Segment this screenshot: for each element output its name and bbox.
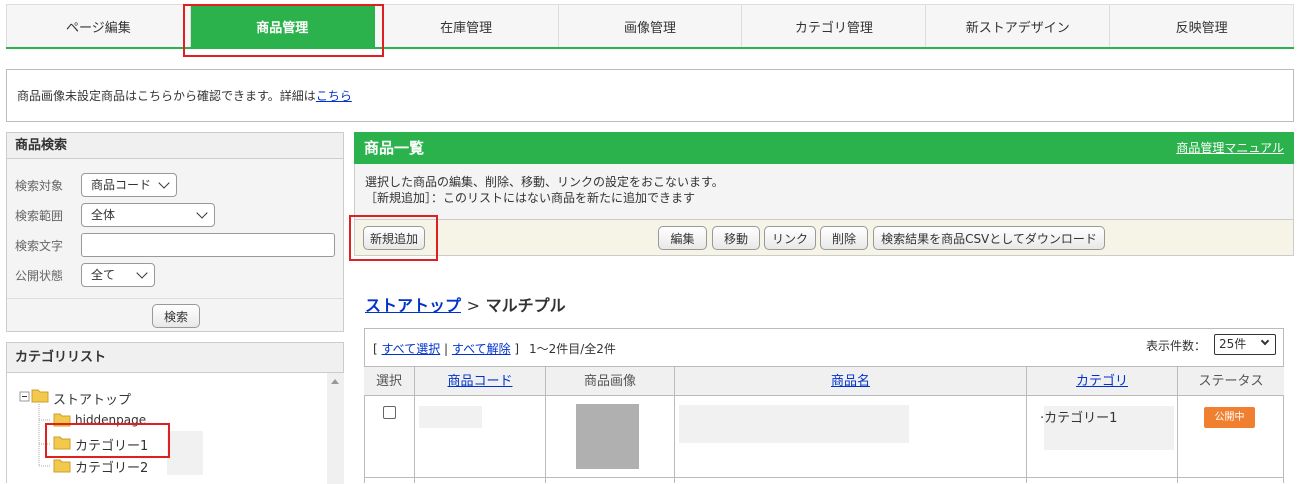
status-badge: 公開中 (1204, 407, 1255, 428)
result-count: 1〜2件目/全2件 (528, 342, 616, 356)
link-button[interactable]: リンク (764, 226, 816, 250)
notice-text: 商品画像未設定商品はこちらから確認できます。詳細は (17, 89, 316, 103)
csv-download-button[interactable]: 検索結果を商品CSVとしてダウンロード (873, 226, 1105, 250)
row-category: ·カテゴリー1 (1040, 407, 1117, 426)
breadcrumb-separator: > (466, 296, 480, 315)
highlight-box-category (45, 423, 170, 458)
select-all-link[interactable]: すべて選択 (382, 342, 441, 356)
breadcrumb-current: マルチプル (485, 296, 566, 315)
column-divider (1026, 396, 1027, 483)
category-panel-title: カテゴリリスト (7, 343, 343, 373)
category-item[interactable]: カテゴリー2 (75, 457, 148, 476)
category-root[interactable]: ストアトップ (53, 389, 131, 408)
product-list-description: 選択した商品の編集、削除、移動、リンクの設定をおこないます。 ［新規追加］：この… (354, 164, 1294, 220)
notice-link[interactable]: こちら (316, 87, 352, 104)
notice-bar: 商品画像未設定商品はこちらから確認できます。詳細は こちら (6, 69, 1294, 122)
row-checkbox[interactable] (383, 406, 396, 419)
row-category-text: カテゴリー1 (1044, 411, 1118, 426)
column-divider (674, 396, 675, 483)
search-status-value: 全て (91, 268, 116, 282)
selection-controls: [ すべて選択 | すべて解除 ] 1〜2件目/全2件 (373, 340, 616, 357)
search-range-select[interactable]: 全体 (81, 203, 215, 227)
search-range-label: 検索範囲 (15, 209, 64, 223)
search-target-select[interactable]: 商品コード (81, 173, 177, 197)
column-divider (545, 396, 546, 483)
folder-icon (53, 459, 71, 473)
breadcrumb: ストアトップ > マルチプル (365, 292, 566, 316)
description-line: ［新規追加］：このリストにはない商品を新たに追加できます (365, 191, 696, 205)
tab-store-design[interactable]: 新ストアデザイン (926, 4, 1111, 47)
delete-button[interactable]: 削除 (820, 226, 868, 250)
separator: | (444, 342, 449, 356)
edit-button[interactable]: 編集 (658, 226, 707, 250)
product-list-header: 商品一覧 商品管理マニュアル (354, 132, 1294, 164)
action-toolbar: 新規追加 編集 移動 リンク 削除 検索結果を商品CSVとしてダウンロード (354, 220, 1294, 256)
blurred-region (167, 431, 203, 475)
bracket: [ (373, 342, 378, 356)
manual-link[interactable]: 商品管理マニュアル (1176, 132, 1284, 164)
search-keyword-label: 検索文字 (15, 239, 64, 253)
breadcrumb-root-link[interactable]: ストアトップ (365, 296, 461, 315)
sort-link[interactable]: 商品コード (447, 374, 512, 389)
search-status-select[interactable]: 全て (81, 263, 155, 287)
chevron-down-icon (158, 177, 170, 189)
tab-inventory[interactable]: 在庫管理 (374, 4, 559, 47)
per-page-select[interactable]: 25件 (1214, 334, 1276, 355)
search-target-label: 検索対象 (15, 179, 64, 193)
sort-link[interactable]: 商品名 (831, 374, 870, 389)
search-panel: 商品検索 検索対象 商品コード 検索範囲 全体 検索文字 公開状態 全て 検索 (6, 132, 344, 332)
tab-images[interactable]: 画像管理 (558, 4, 743, 47)
column-divider (414, 396, 415, 483)
description-line: 選択した商品の編集、削除、移動、リンクの設定をおこないます。 (365, 175, 724, 189)
collapse-icon[interactable] (19, 391, 31, 403)
folder-icon (31, 389, 49, 403)
move-button[interactable]: 移動 (712, 226, 760, 250)
search-status-label: 公開状態 (15, 269, 64, 283)
column-header-code[interactable]: 商品コード (415, 367, 546, 397)
divider (7, 298, 343, 299)
sort-link[interactable]: カテゴリ (1076, 374, 1128, 389)
category-panel: カテゴリリスト ストアトップ hiddenpage カテゴリー1 カテゴリー2 (6, 342, 344, 484)
product-list-title: 商品一覧 (364, 139, 425, 157)
table-header: 選択 商品コード 商品画像 商品名 カテゴリ ステータス (364, 366, 1284, 397)
search-panel-title: 商品検索 (7, 133, 343, 159)
blurred-region (679, 405, 909, 443)
column-header-name[interactable]: 商品名 (675, 367, 1027, 397)
search-keyword-input[interactable] (81, 233, 335, 257)
tab-page-edit[interactable]: ページ編集 (6, 4, 191, 47)
search-button[interactable]: 検索 (152, 304, 200, 328)
column-header-category[interactable]: カテゴリ (1027, 367, 1178, 397)
chevron-down-icon (196, 207, 208, 219)
column-header-select: 選択 (364, 367, 415, 397)
per-page-label: 表示件数： (1146, 339, 1207, 353)
search-target-value: 商品コード (91, 178, 152, 192)
tab-categories[interactable]: カテゴリ管理 (742, 4, 927, 47)
blurred-region (419, 406, 482, 428)
highlight-box-add-new (349, 215, 438, 261)
highlight-box-tab (183, 4, 384, 57)
column-divider (1177, 396, 1178, 483)
column-header-status: ステータス (1198, 374, 1264, 389)
search-range-value: 全体 (91, 208, 116, 222)
scroll-up-icon[interactable] (331, 379, 339, 384)
scrollbar[interactable] (327, 373, 344, 484)
chevron-down-icon (136, 267, 148, 279)
per-page-value: 25件 (1219, 337, 1247, 351)
row-divider (364, 477, 1284, 478)
bracket: ] (514, 342, 520, 356)
product-image-placeholder (576, 404, 639, 469)
tab-publish[interactable]: 反映管理 (1110, 4, 1295, 47)
chevron-down-icon (1260, 336, 1270, 346)
column-header-image: 商品画像 (546, 367, 675, 397)
deselect-all-link[interactable]: すべて解除 (452, 342, 511, 356)
